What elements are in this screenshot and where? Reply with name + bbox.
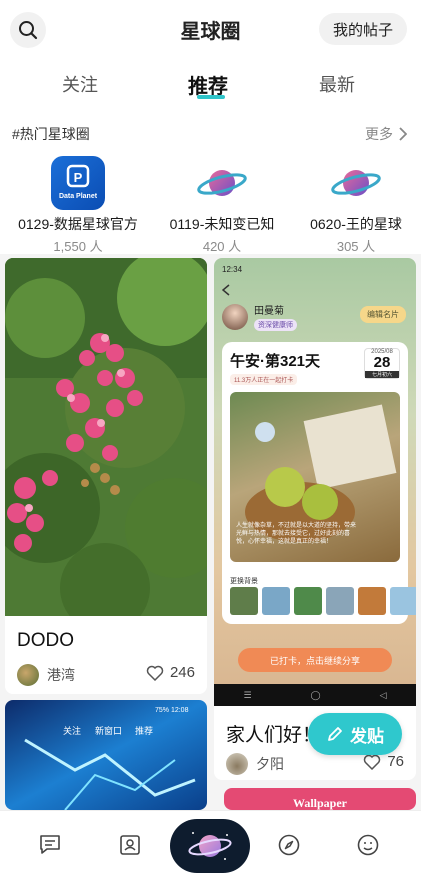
post-author[interactable]: 港湾 [17, 664, 75, 686]
planet-icon [329, 156, 383, 210]
nav-planet[interactable] [170, 819, 250, 873]
svg-text:关注: 关注 [63, 725, 81, 736]
feed-tabs: 关注 推荐 最新 [0, 58, 421, 110]
planet-feed-screen: 星球圈 我的帖子 关注 推荐 最新 #热门星球圈 更多 P Data Plane… [0, 0, 421, 879]
screenshot-quote: 人生就像杂草，不过就是以大道的坚持，带来光鲜与热情，那就去接受它，过好此刻的喜悦… [236, 523, 357, 545]
like-count: 76 [387, 753, 404, 770]
hot-planets-title: #热门星球圈 [12, 126, 90, 142]
post-author[interactable]: 夕阳 [226, 753, 284, 775]
screenshot-user-tag: 资深健康师 [254, 319, 297, 331]
avatar [17, 664, 39, 686]
screenshot-checkin-count: 11.3万人正在一起打卡 [230, 374, 298, 385]
planet-member-count: 420 人 [202, 239, 242, 254]
create-post-button[interactable]: 发贴 [308, 713, 402, 755]
screenshot-edit-button: 编辑名片 [360, 306, 406, 323]
create-post-label: 发贴 [350, 726, 384, 746]
feed-card[interactable]: 75% 12:08 关注 新窗口 推荐 [5, 700, 207, 810]
app-screenshot-image: 12:34 田曼菊 资深健康师 编辑名片 午安·第321天 11.3万人正在一起… [214, 258, 416, 706]
hot-more-link[interactable]: 更多 [365, 124, 407, 144]
svg-text:Wallpaper: Wallpaper [293, 796, 348, 810]
top-bar: 星球圈 我的帖子 [0, 0, 421, 58]
planet-card[interactable]: P Data Planet 0129-数据星球官方 1,550 人 [8, 156, 148, 255]
feed-card[interactable]: DODO 港湾 246 [5, 258, 207, 694]
like-button[interactable]: 76 [363, 753, 404, 770]
nav-messages[interactable] [36, 831, 64, 859]
svg-text:P: P [74, 170, 83, 185]
tab-latest[interactable]: 最新 [319, 71, 355, 97]
screenshot-greeting: 午安·第321天 [230, 353, 321, 370]
nav-discover[interactable] [275, 831, 303, 859]
svg-text:75% 12:08: 75% 12:08 [155, 707, 189, 714]
planet-name: 0620-王的星球 [310, 216, 402, 232]
screenshot-bg-label: 更换背景 [230, 578, 258, 585]
planet-member-count: 305 人 [336, 239, 376, 254]
my-posts-button[interactable]: 我的帖子 [319, 13, 407, 45]
svg-text:Data Planet: Data Planet [59, 193, 98, 200]
active-tab-indicator [197, 95, 225, 99]
status-time: 12:34 [222, 265, 243, 274]
hot-planets-section: #热门星球圈 更多 P Data Planet 0129-数据星球官方 1,55… [0, 110, 421, 254]
planet-name: 0119-未知变已知 [169, 216, 275, 232]
discover-compass-icon [278, 834, 300, 856]
nav-profile[interactable] [354, 831, 382, 859]
data-planet-logo: P Data Planet [51, 156, 105, 210]
svg-text:新窗口: 新窗口 [95, 725, 122, 736]
avatar [222, 303, 248, 330]
screenshot-bg-thumbnails [230, 587, 416, 615]
avatar [226, 753, 248, 775]
author-name: 港湾 [47, 667, 75, 683]
screenshot-user-name: 田曼菊 [254, 306, 284, 317]
screenshot-date: 2025/08 28 七月初六 [364, 348, 400, 379]
contacts-icon [120, 835, 140, 855]
nav-contacts[interactable] [116, 831, 144, 859]
like-count: 246 [169, 664, 195, 681]
screenshot-fruit-photo: 人生就像杂草，不过就是以大道的坚持，带来光鲜与热情，那就去接受它，过好此刻的喜悦… [230, 392, 400, 562]
messages-icon [40, 835, 60, 854]
screenshot-checkin-panel: 午安·第321天 11.3万人正在一起打卡 2025/08 28 七月初六 人生… [222, 342, 416, 624]
svg-text:推荐: 推荐 [135, 725, 153, 736]
post-title: DODO [17, 630, 74, 651]
back-arrow-icon [222, 284, 230, 296]
planet-name: 0129-数据星球官方 [18, 216, 138, 232]
planet-card[interactable]: 0620-王的星球 305 人 [286, 156, 421, 255]
pink-wallpaper-banner: Wallpaper [224, 788, 416, 810]
heart-icon [364, 754, 381, 770]
planet-icon [188, 832, 232, 860]
planet-icon [195, 156, 249, 210]
like-button[interactable]: 246 [146, 664, 195, 681]
planet-member-count: 1,550 人 [53, 239, 103, 254]
planet-card[interactable]: 0119-未知变已知 420 人 [152, 156, 292, 255]
bottom-navigation [0, 810, 421, 879]
feed-card[interactable]: 12:34 田曼菊 资深健康师 编辑名片 午安·第321天 11.3万人正在一起… [214, 258, 416, 780]
profile-smiley-icon [357, 834, 379, 856]
blue-lightning-screenshot: 75% 12:08 关注 新窗口 推荐 [5, 700, 207, 810]
chevron-right-icon [399, 127, 407, 141]
feed-card[interactable]: Wallpaper [224, 788, 416, 810]
heart-icon [146, 665, 164, 681]
author-name: 夕阳 [256, 756, 284, 772]
flowering-tree-photo [5, 258, 207, 616]
screenshot-share-button: 已打卡，点击继续分享 [238, 648, 392, 672]
post-title: 家人们好！ [226, 725, 322, 746]
hot-more-label: 更多 [365, 126, 393, 142]
screenshot-user: 田曼菊 资深健康师 [222, 302, 297, 331]
tab-following[interactable]: 关注 [62, 71, 98, 97]
pencil-icon [328, 727, 342, 741]
screenshot-system-nav: ☰ ◯ ◁ [214, 684, 416, 706]
